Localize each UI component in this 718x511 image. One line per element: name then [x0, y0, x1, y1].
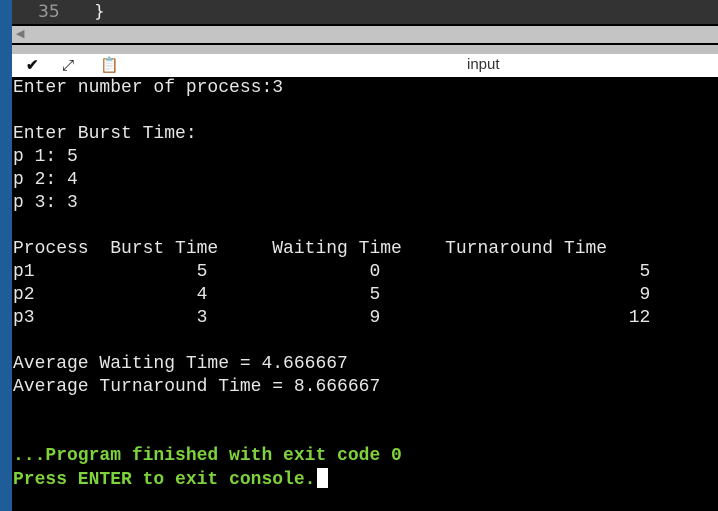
console-line: p3 3 9 12	[13, 308, 651, 328]
window-edge	[0, 0, 12, 511]
chevron-down-icon[interactable]: ✔	[26, 57, 39, 74]
code-editor[interactable]: 35 }	[12, 0, 718, 24]
horizontal-scrollbar[interactable]: ◀	[12, 26, 718, 43]
console-line: Average Turnaround Time = 8.666667	[13, 377, 381, 397]
console-output[interactable]: Enter number of process:3 Enter Burst Tim…	[12, 77, 718, 511]
code-line: }	[94, 2, 105, 22]
console-line: p 3: 3	[13, 193, 78, 213]
console-toolbar: ✔ ⤢ 📋 input	[12, 54, 718, 77]
expand-icon[interactable]: ⤢	[62, 57, 74, 74]
console-line: p1 5 0 5	[13, 262, 651, 282]
console-line: Enter Burst Time:	[13, 124, 197, 144]
console-line: Enter number of process:3	[13, 78, 284, 98]
console-line: Press ENTER to exit console.	[13, 468, 329, 491]
console-line: p 2: 4	[13, 170, 78, 190]
console-line: p 1: 5	[13, 147, 78, 167]
console-line: p2 4 5 9	[13, 285, 651, 305]
scroll-left-icon[interactable]: ◀	[16, 27, 24, 40]
paste-icon[interactable]: 📋	[100, 57, 119, 74]
console-line: ...Program finished with exit code 0	[13, 446, 402, 466]
panel-divider[interactable]	[12, 45, 718, 54]
text-cursor	[317, 468, 329, 488]
console-title: input	[467, 56, 500, 73]
console-line: Process Burst Time Waiting Time Turnarou…	[13, 239, 608, 259]
console-line: Average Waiting Time = 4.666667	[13, 354, 348, 374]
line-number: 35	[38, 2, 60, 22]
scrollbar-thumb[interactable]	[34, 26, 718, 43]
